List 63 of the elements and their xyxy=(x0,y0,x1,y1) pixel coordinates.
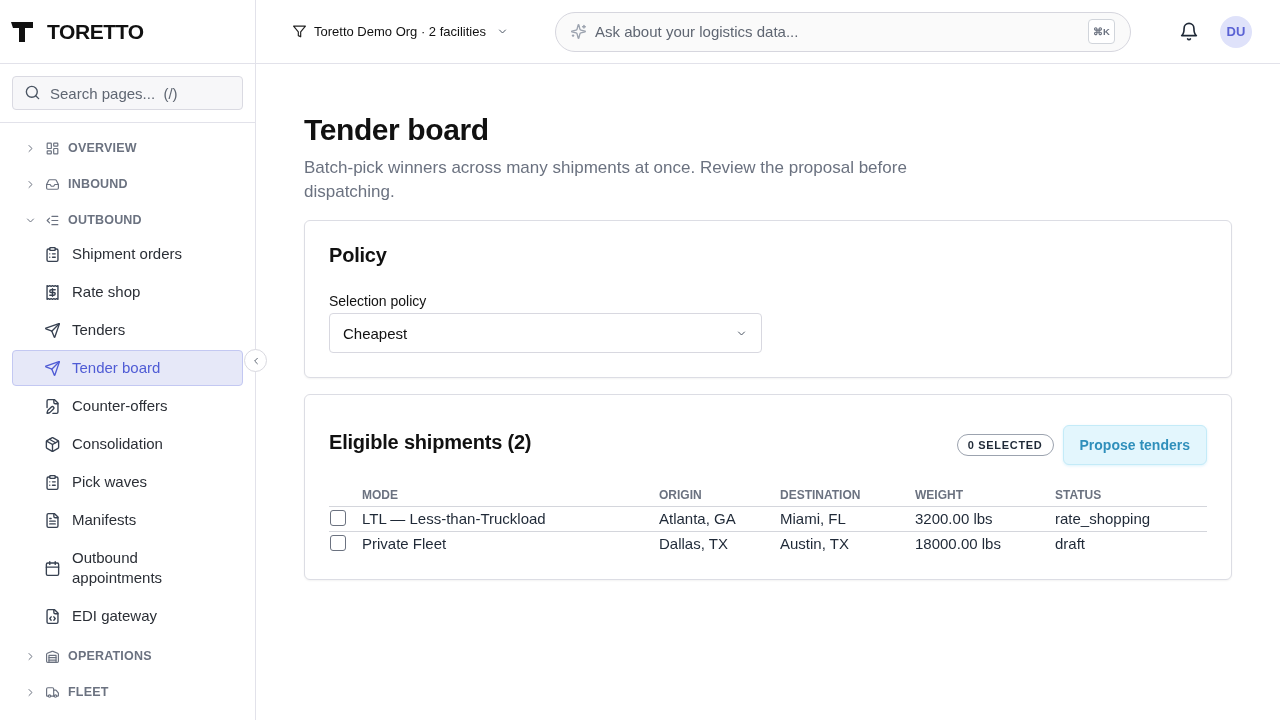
card-title: Policy xyxy=(329,243,388,268)
nav-item[interactable]: Outbound appointments xyxy=(12,540,243,596)
bell-icon[interactable] xyxy=(1180,22,1198,41)
nav-section[interactable]: OPERATIONS xyxy=(12,638,243,674)
nav-item[interactable]: Pick waves xyxy=(12,464,243,500)
org-filter-button[interactable]: Toretto Demo Org · 2 facilities xyxy=(293,24,511,39)
nav-item[interactable]: Shipment orders xyxy=(12,236,243,272)
brand-name: TORETTO xyxy=(47,19,144,44)
list-arrow-icon xyxy=(46,213,59,227)
nav-section[interactable]: OUTBOUND xyxy=(12,202,243,238)
policy-select[interactable]: Cheapest xyxy=(329,313,762,353)
inbox-icon xyxy=(46,177,59,191)
column-header: STATUS xyxy=(1055,487,1207,507)
column-header: DESTINATION xyxy=(780,487,915,507)
nav-item[interactable]: EDI gateway xyxy=(12,598,243,634)
avatar[interactable]: DU xyxy=(1220,15,1252,48)
nav-item[interactable]: Counter-offers xyxy=(12,388,243,424)
nav-section[interactable]: INBOUND xyxy=(12,166,243,202)
column-header: ORIGIN xyxy=(659,487,780,507)
table-cell: Private Fleet xyxy=(362,535,447,552)
table-cell: LTL — Less-than-Truckload xyxy=(362,510,546,527)
nav-item[interactable]: Consolidation xyxy=(12,426,243,462)
table-cell: 18000.00 lbs xyxy=(915,535,1001,552)
table-cell: rate_shopping xyxy=(1055,510,1151,527)
table-cell: Austin, TX xyxy=(780,535,849,552)
nav-item[interactable]: Tender board xyxy=(12,350,243,386)
column-header: WEIGHT xyxy=(915,487,1055,507)
dashboard-icon xyxy=(46,141,59,155)
table-cell: Dallas, TX xyxy=(659,535,728,552)
page-title: Tender board xyxy=(304,112,490,148)
table-cell: Miami, FL xyxy=(780,510,846,527)
nav-section[interactable]: FLEET xyxy=(12,674,243,710)
field-label: Selection policy xyxy=(329,292,428,311)
warehouse-icon xyxy=(46,649,59,663)
search-icon xyxy=(25,85,40,100)
receipt-icon xyxy=(45,284,60,300)
table-cell: 3200.00 lbs xyxy=(915,510,993,527)
clipboard-list-icon xyxy=(45,246,60,262)
file-text-icon xyxy=(45,512,60,528)
nav-item[interactable]: Tenders xyxy=(12,312,243,348)
nav-item[interactable]: Rate shop xyxy=(12,274,243,310)
table-cell: Atlanta, GA xyxy=(659,510,736,527)
column-header: MODE xyxy=(362,487,659,507)
paper-plane-icon xyxy=(45,360,60,376)
search-field[interactable]: Search pages... (/) xyxy=(12,76,243,110)
truck-icon xyxy=(46,685,59,699)
filter-icon xyxy=(293,25,306,38)
nav-section[interactable]: OVERVIEW xyxy=(12,130,243,166)
row-checkbox[interactable] xyxy=(330,510,346,526)
shortcut-key: ⌘K xyxy=(1088,18,1115,44)
card-title: Eligible shipments (2) xyxy=(329,430,532,455)
table-cell: draft xyxy=(1055,535,1085,552)
calendar-icon xyxy=(45,560,60,576)
paper-plane-icon xyxy=(45,322,60,338)
page-subtitle: Batch-pick winners across many shipments at once. Review the proposal before dispatching. xyxy=(304,157,908,203)
package-icon xyxy=(45,436,60,452)
clipboard-list-icon xyxy=(45,474,60,490)
sparkles-icon xyxy=(571,23,586,39)
logo-icon xyxy=(11,21,33,42)
file-code-icon xyxy=(45,608,60,624)
nav-item[interactable]: Manifests xyxy=(12,502,243,538)
row-checkbox[interactable] xyxy=(330,535,346,551)
file-pen-icon xyxy=(45,398,60,414)
